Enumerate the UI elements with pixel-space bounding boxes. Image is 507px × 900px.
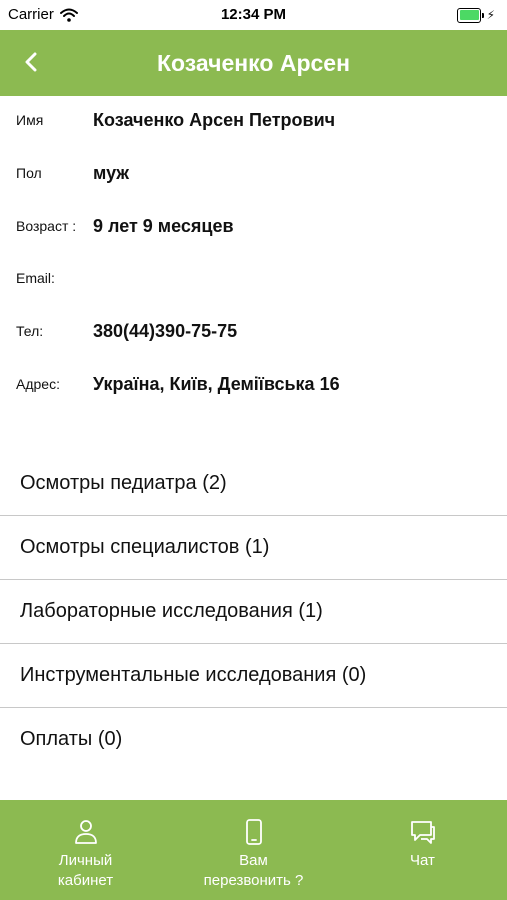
info-value: муж [93, 163, 130, 183]
charging-bolt-icon: ⚡ [486, 8, 495, 22]
info-row-gender: Пол муж [0, 163, 507, 193]
tab-personal-account[interactable]: Личный кабинет [1, 800, 170, 900]
phone-icon [245, 819, 262, 845]
info-value: Козаченко Арсен Петрович [93, 110, 336, 130]
menu-item-label: Осмотры специалистов (1) [20, 536, 270, 558]
battery-level [459, 10, 479, 20]
info-label: Адрес: [16, 376, 60, 392]
menu-item-label: Осмотры педиатра (2) [20, 472, 227, 494]
menu-item-label: Лабораторные исследования (1) [20, 600, 323, 622]
menu-item-label: Оплаты (0) [20, 728, 123, 750]
info-label: Имя [16, 112, 44, 128]
info-row-name: Имя Козаченко Арсен Петрович [0, 110, 507, 140]
info-row-age: Возраст : 9 лет 9 месяцев [0, 216, 507, 246]
info-value: 380(44)390-75-75 [93, 321, 238, 341]
page-title: Козаченко Арсен [157, 50, 350, 76]
chevron-left-icon [25, 52, 37, 72]
status-bar: Carrier 12:34 PM ⚡ [0, 0, 507, 30]
tab-label: Чат [410, 852, 435, 869]
info-row-phone: Тел: 380(44)390-75-75 [0, 321, 507, 351]
tab-bar: Личный кабинет Вам перезвонить ? Чат [0, 800, 507, 900]
info-label: Email: [16, 270, 55, 286]
info-label: Тел: [16, 323, 44, 339]
tab-label: Личный кабинет [57, 852, 114, 889]
chat-icon [410, 821, 435, 844]
tab-callback[interactable]: Вам перезвонить ? [169, 800, 338, 900]
info-label: Возраст : [16, 218, 77, 234]
navigation-bar: Козаченко Арсен [0, 30, 507, 96]
info-label: Пол [16, 165, 42, 181]
menu-item-label: Инструментальные исследования (0) [20, 664, 367, 686]
info-row-address: Адрес: Україна, Київ, Деміївська 16 [0, 374, 507, 404]
tab-label: Вам перезвонить ? [203, 852, 304, 889]
info-row-email: Email: [0, 268, 507, 298]
menu-item-payments[interactable]: Оплаты (0) [0, 708, 507, 772]
tab-chat[interactable]: Чат [338, 800, 507, 900]
battery-icon: ⚡ [457, 7, 495, 23]
info-value: 9 лет 9 месяцев [93, 216, 234, 236]
person-icon [74, 820, 97, 844]
menu-item-specialists[interactable]: Осмотры специалистов (1) [0, 516, 507, 580]
info-value: Україна, Київ, Деміївська 16 [93, 374, 340, 394]
back-button[interactable] [16, 47, 46, 77]
status-time: 12:34 PM [220, 6, 287, 23]
menu-item-instrumental[interactable]: Инструментальные исследования (0) [0, 644, 507, 708]
menu-item-laboratory[interactable]: Лабораторные исследования (1) [0, 580, 507, 644]
menu-item-pediatrician[interactable]: Осмотры педиатра (2) [0, 452, 507, 516]
